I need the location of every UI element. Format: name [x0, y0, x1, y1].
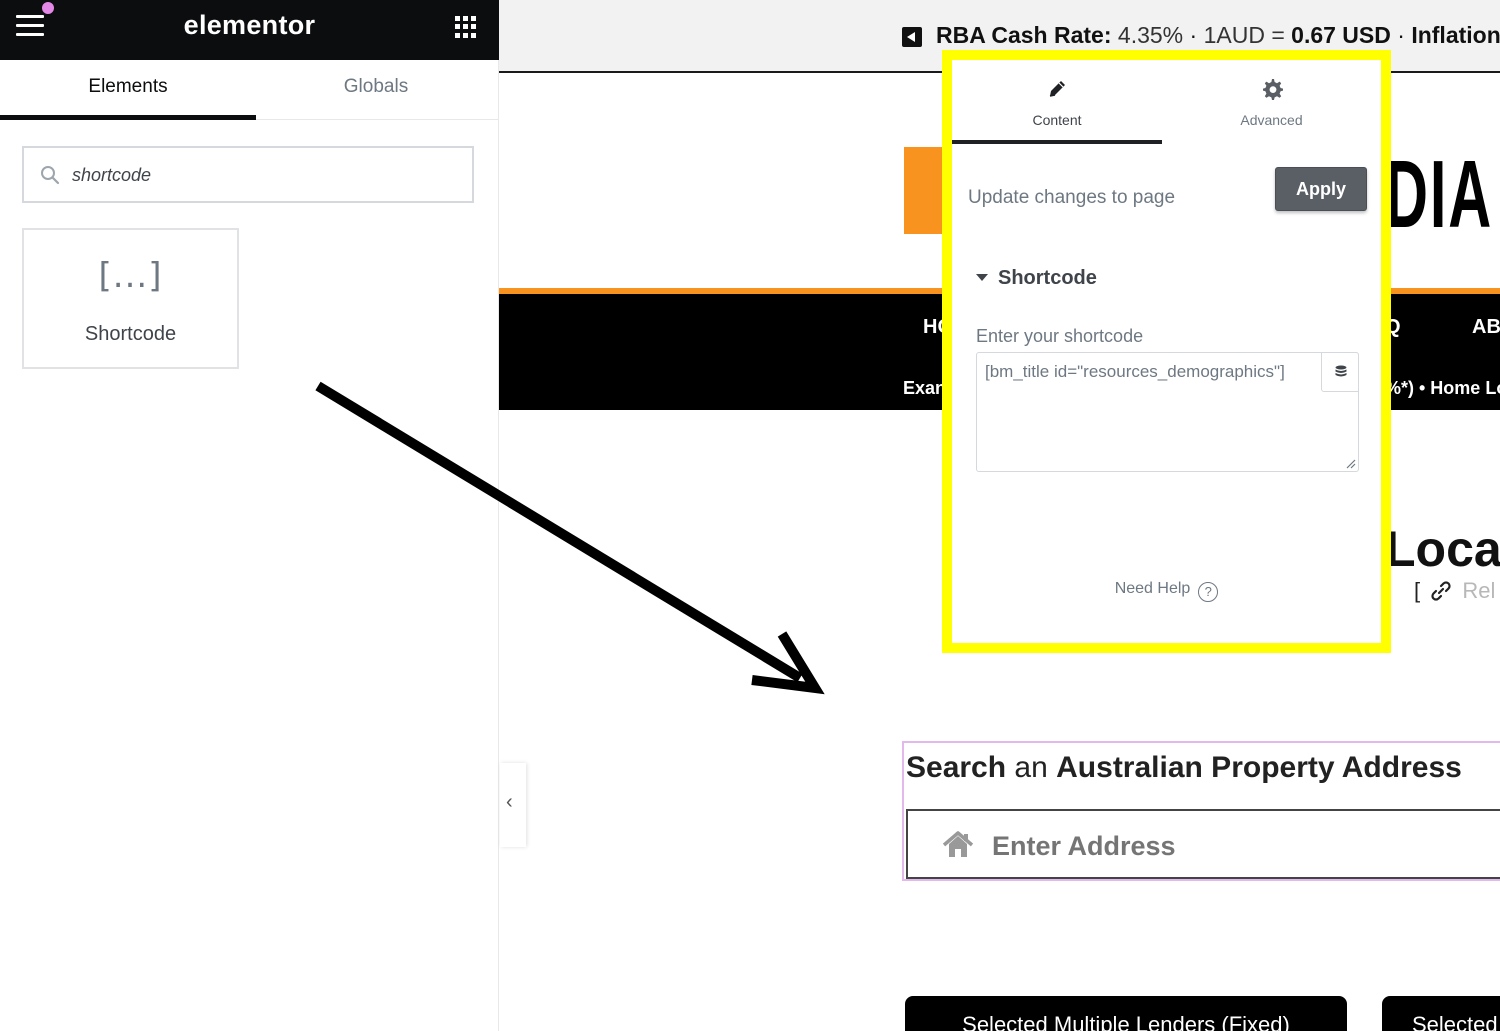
apps-grid-icon[interactable]	[455, 16, 477, 38]
panel-header: elementor	[0, 0, 499, 60]
nav-subtext-right: %*) • Home Lo	[1385, 378, 1500, 398]
property-search-section: Search an Australian Property Address	[902, 741, 1500, 881]
shortcode-value: [bm_title id="resources_demographics"]	[985, 362, 1285, 381]
gear-icon	[1262, 79, 1283, 100]
widget-search-input[interactable]	[72, 160, 462, 190]
multiple-lenders-fixed-button[interactable]: Selected Multiple Lenders (Fixed)	[905, 996, 1347, 1031]
shortcode-section-toggle[interactable]: Shortcode	[976, 267, 1097, 290]
tab-advanced-label: Advanced	[1240, 112, 1303, 128]
widget-search	[22, 146, 474, 203]
ticker-prev-icon[interactable]	[902, 27, 922, 47]
related-link-line: [ Rel	[1414, 578, 1495, 604]
caret-down-icon	[976, 274, 988, 281]
page-heading: Local	[1385, 521, 1500, 577]
property-search-title: Search an Australian Property Address	[906, 751, 1462, 785]
title-part-address: Australian Property Address	[1056, 751, 1462, 784]
selected-button[interactable]: Selected	[1382, 996, 1500, 1031]
shortcode-settings-popup: Content Advanced Update changes to page …	[942, 50, 1391, 653]
address-search-box	[906, 809, 1500, 879]
related-link[interactable]: Rel	[1462, 578, 1495, 603]
dynamic-tags-button[interactable]	[1321, 352, 1359, 392]
fx-value: 0.67 USD	[1291, 22, 1391, 48]
panel-tabs: Elements Globals	[0, 60, 499, 120]
shortcode-field-label: Enter your shortcode	[976, 326, 1144, 346]
site-logo-text: DIA	[1385, 141, 1494, 248]
shortcode-textarea[interactable]: [bm_title id="resources_demographics"]	[976, 352, 1359, 472]
nav-subtext-left: Exan	[903, 378, 947, 398]
tab-advanced[interactable]: Advanced	[1162, 60, 1381, 144]
ticker-text: RBA Cash Rate: 4.35% · 1AUD = 0.67 USD ·…	[936, 22, 1500, 49]
link-icon	[1431, 581, 1451, 601]
rate-value: 4.35%	[1117, 22, 1184, 48]
need-help-label: Need Help	[1114, 580, 1191, 597]
ticker-separator: ·	[1189, 22, 1198, 48]
pencil-icon	[1049, 81, 1065, 97]
tab-content-label: Content	[1032, 112, 1082, 128]
brand-logo: elementor	[183, 10, 316, 40]
question-circle-icon: ?	[1198, 582, 1219, 602]
tab-content[interactable]: Content	[952, 60, 1162, 144]
resize-handle-icon[interactable]	[1344, 457, 1356, 469]
inflation-label: Inflation:	[1411, 22, 1500, 48]
database-icon	[1335, 365, 1347, 377]
elementor-panel: elementor Elements Globals [...] Shortco…	[0, 0, 499, 1031]
widget-label: Shortcode	[84, 323, 177, 345]
fx-label: 1AUD =	[1203, 22, 1285, 48]
nav-item-about[interactable]: AB	[1472, 316, 1500, 339]
home-icon	[942, 831, 974, 857]
apply-button[interactable]: Apply	[1275, 167, 1367, 211]
rate-label: RBA Cash Rate:	[936, 22, 1112, 48]
collapse-panel-button[interactable]: ‹	[500, 763, 526, 847]
title-part-an: an	[1014, 751, 1048, 784]
section-title: Shortcode	[998, 267, 1097, 289]
title-part-search: Search	[906, 751, 1007, 784]
update-changes-label: Update changes to page	[968, 187, 1176, 208]
need-help-link[interactable]: Need Help?	[952, 580, 1381, 602]
shortcode-widget[interactable]: [...] Shortcode	[22, 228, 239, 369]
bracket: [	[1414, 578, 1421, 603]
address-input[interactable]	[992, 829, 1492, 863]
screenshot: elementor Elements Globals [...] Shortco…	[0, 0, 1500, 1031]
shortcode-icon: [...]	[98, 256, 163, 296]
tab-globals[interactable]: Globals	[253, 60, 499, 120]
search-icon	[41, 166, 60, 185]
ticker-separator: ·	[1397, 22, 1405, 48]
chevron-left-icon: ‹	[506, 791, 513, 813]
tab-elements[interactable]: Elements	[0, 60, 256, 120]
